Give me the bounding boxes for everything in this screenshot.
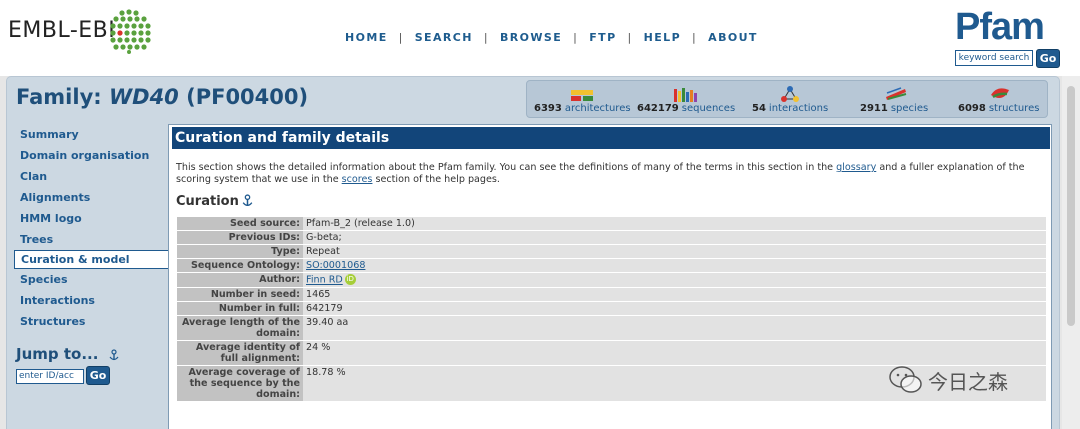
family-stats-bar: 6393 architectures 642179 sequences 54 inte… xyxy=(526,80,1048,118)
embl-ebi-logo-text[interactable]: EMBL-EBI xyxy=(8,18,115,43)
nav-ftp[interactable]: FTP xyxy=(589,31,616,44)
sidebar-item-summary[interactable]: Summary xyxy=(14,124,169,145)
table-row: Sequence Ontology: SO:0001068 xyxy=(177,259,1046,272)
species-icon[interactable] xyxy=(885,87,907,101)
family-accession: (PF00400) xyxy=(186,85,309,109)
sidebar-nav: Summary Domain organisation Clan Alignme… xyxy=(14,124,170,332)
nav-browse[interactable]: BROWSE xyxy=(500,31,562,44)
nav-home[interactable]: HOME xyxy=(345,31,388,44)
stat-sequences[interactable]: 642179 sequences xyxy=(637,103,735,114)
scores-link[interactable]: scores xyxy=(342,174,373,185)
table-row: Number in full: 642179 xyxy=(177,301,1046,315)
author-link[interactable]: Finn RD xyxy=(306,275,343,286)
intro-text: This section shows the detailed informat… xyxy=(176,162,1025,185)
interactions-icon[interactable] xyxy=(781,85,799,103)
sequence-ontology-link[interactable]: SO:0001068 xyxy=(306,260,365,271)
table-row: Type: Repeat xyxy=(177,245,1046,258)
panel-heading: Curation and family details xyxy=(172,127,1050,149)
sidebar-item-curation-model[interactable]: Curation & model xyxy=(14,250,170,269)
stat-structures[interactable]: 6098 structures xyxy=(958,103,1039,114)
table-row: Average identity of full alignment: 24 % xyxy=(177,340,1046,365)
nav-help[interactable]: HELP xyxy=(644,31,681,44)
orcid-icon[interactable]: iD xyxy=(344,274,356,285)
nav-about[interactable]: ABOUT xyxy=(708,31,758,44)
sidebar-item-hmm-logo[interactable]: HMM logo xyxy=(14,208,169,229)
pfam-logo[interactable]: Pfam xyxy=(955,6,1045,49)
stat-species[interactable]: 2911 species xyxy=(860,103,928,114)
stat-interactions[interactable]: 54 interactions xyxy=(752,103,828,114)
family-name: WD40 xyxy=(108,85,179,109)
keyword-search-input[interactable]: keyword search xyxy=(955,50,1033,66)
sidebar-item-clan[interactable]: Clan xyxy=(14,166,169,187)
watermark-text: 今日之森 xyxy=(928,370,1008,394)
top-navigation: HOME | SEARCH | BROWSE | FTP | HELP | ABOUT xyxy=(345,31,758,44)
table-row: Author: Finn RD iD xyxy=(177,273,1046,287)
table-row: Previous IDs: G-beta; xyxy=(177,231,1046,244)
help-anchor-icon[interactable] xyxy=(108,348,120,361)
structures-icon[interactable] xyxy=(989,85,1011,103)
sidebar-item-alignments[interactable]: Alignments xyxy=(14,187,169,208)
wechat-watermark-icon xyxy=(889,366,922,393)
jump-to-heading: Jump to... xyxy=(16,345,120,363)
sidebar-item-interactions[interactable]: Interactions xyxy=(14,290,169,311)
table-row: Number in seed: 1465 xyxy=(177,287,1046,301)
curation-heading: Curation xyxy=(176,194,239,209)
architectures-icon[interactable] xyxy=(571,88,595,102)
page-title: Family: WD40 (PF00400) xyxy=(16,85,309,109)
jump-to-go-button[interactable]: Go xyxy=(86,366,110,385)
site-header: EMBL-EBI HOME | SEARCH | BROWSE | FTP | HELP | ABO… xyxy=(0,0,1080,76)
keyword-search-go-button[interactable]: Go xyxy=(1036,49,1060,68)
sidebar-item-trees[interactable]: Trees xyxy=(14,229,169,250)
nav-search[interactable]: SEARCH xyxy=(415,31,473,44)
table-row: Average length of the domain: 39.40 aa xyxy=(177,315,1046,340)
stat-architectures[interactable]: 6393 architectures xyxy=(534,103,631,114)
table-row: Seed source: Pfam-B_2 (release 1.0) xyxy=(177,217,1046,230)
sequences-icon[interactable] xyxy=(674,87,700,103)
sidebar-item-species[interactable]: Species xyxy=(14,269,169,290)
curation-anchor-icon[interactable] xyxy=(241,194,254,207)
embl-ebi-hexagon-logo-icon[interactable] xyxy=(108,8,152,54)
scrollbar-thumb[interactable] xyxy=(1067,86,1075,326)
jump-to-input[interactable]: enter ID/acc xyxy=(16,369,84,384)
glossary-link[interactable]: glossary xyxy=(836,162,876,173)
sidebar-item-structures[interactable]: Structures xyxy=(14,311,169,332)
sidebar-item-domain-organisation[interactable]: Domain organisation xyxy=(14,145,169,166)
